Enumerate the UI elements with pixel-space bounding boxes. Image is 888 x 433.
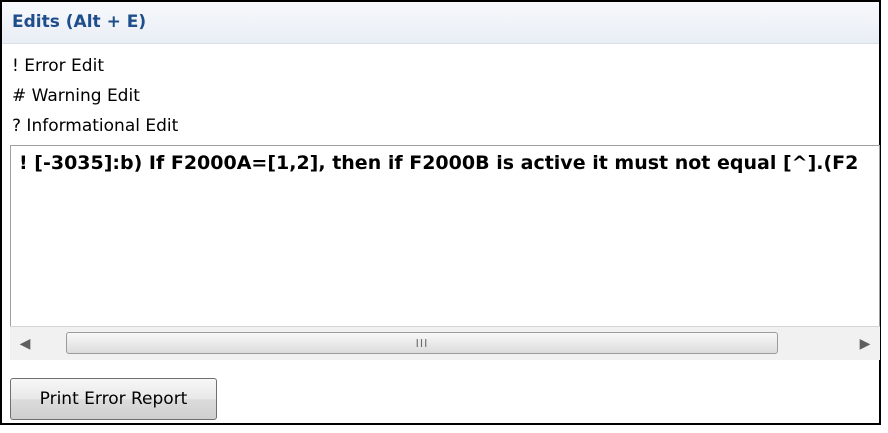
- scroll-left-arrow-icon[interactable]: ◀: [10, 327, 40, 360]
- panel-title: Edits (Alt + E): [12, 12, 147, 32]
- edit-row[interactable]: ! [-3035]:b) If F2000A=[1,2], then if F2…: [19, 152, 858, 174]
- grip-icon: III: [415, 336, 429, 350]
- scroll-thumb[interactable]: III: [66, 332, 778, 354]
- print-error-report-button[interactable]: Print Error Report: [10, 378, 217, 420]
- legend-error-edit: ! Error Edit: [12, 56, 104, 76]
- legend-informational-edit: ? Informational Edit: [12, 116, 179, 136]
- legend-warning-edit: # Warning Edit: [12, 86, 140, 106]
- panel-header: Edits (Alt + E): [2, 2, 879, 44]
- edits-window: Edits (Alt + E) ! Error Edit # Warning E…: [0, 0, 888, 433]
- horizontal-scrollbar[interactable]: ◀ III ▶: [10, 326, 880, 360]
- scroll-right-arrow-icon[interactable]: ▶: [850, 327, 880, 360]
